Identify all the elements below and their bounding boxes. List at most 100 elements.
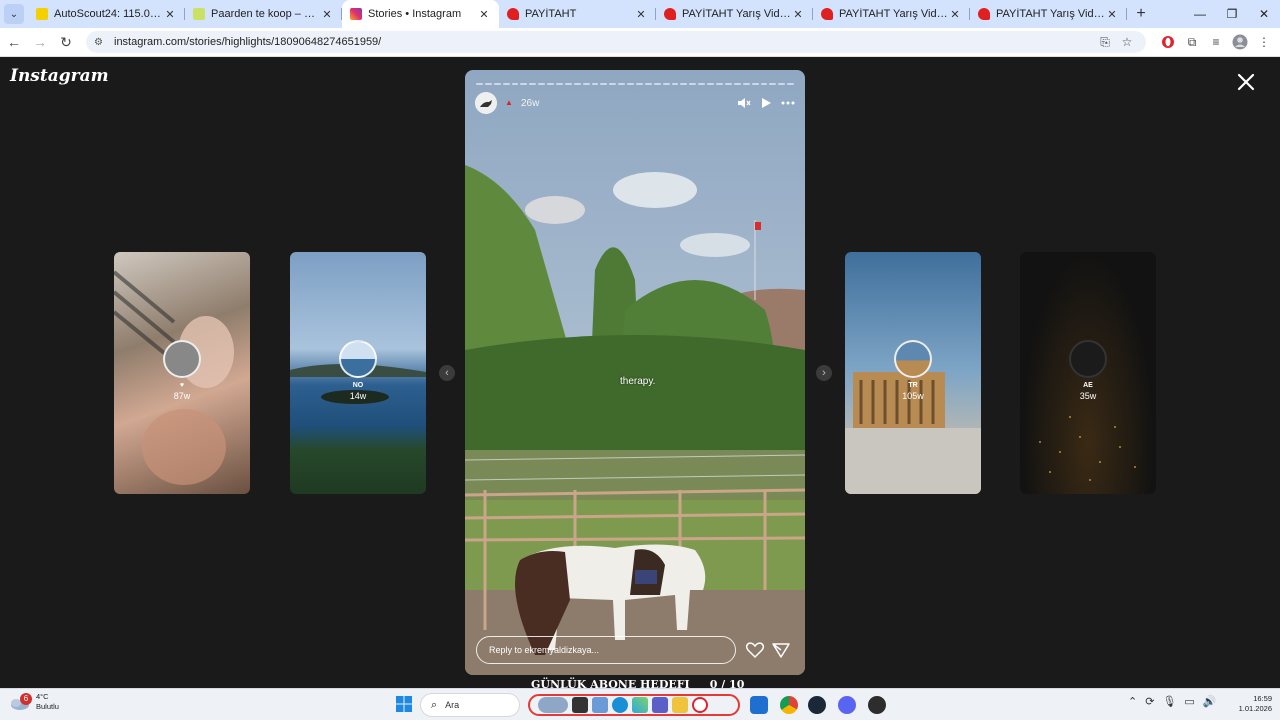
story-avatar <box>894 340 932 378</box>
system-tray: ⌃ ⟳ 🎙 ▭ 🔊 <box>1128 695 1217 708</box>
share-send-icon[interactable] <box>771 640 791 660</box>
address-bar[interactable]: ⚙ instagram.com/stories/highlights/18090… <box>86 31 1146 53</box>
back-arrow-icon[interactable]: ← <box>2 30 26 54</box>
browser-menu-icon[interactable]: ⋮ <box>1252 30 1276 54</box>
time: 16:59 <box>1253 694 1272 703</box>
volume-icon[interactable]: 🔊 <box>1203 695 1217 708</box>
game-app-icon[interactable] <box>868 696 886 714</box>
next-story-arrow[interactable]: › <box>816 365 832 381</box>
chevron-up-icon[interactable]: ⌃ <box>1128 695 1137 708</box>
instagram-logo[interactable]: Instagram <box>10 66 109 86</box>
search-icon: ⌕ <box>431 698 438 711</box>
tab-instagram-stories[interactable]: Stories • Instagram ✕ <box>342 0 499 28</box>
steam-icon[interactable] <box>808 696 826 714</box>
install-app-icon[interactable]: ⎘ <box>1094 35 1116 50</box>
tab-close-icon[interactable]: ✕ <box>634 8 648 21</box>
story-preview-card[interactable]: AE 35w <box>1020 252 1156 494</box>
tab-title: PAYİTAHT Yarış Videoları <box>839 8 948 20</box>
tab-search-menu-button[interactable]: ⌄ <box>4 4 24 24</box>
reply-input[interactable]: Reply to ekremyaldizkaya... <box>476 636 736 664</box>
reload-icon[interactable]: ↻ <box>54 30 78 54</box>
window-controls: — ❐ ✕ <box>1184 0 1280 28</box>
edge-browser-icon[interactable] <box>612 697 628 713</box>
weather-temp: 4°C <box>36 692 49 701</box>
active-story[interactable]: ▲ 26w therapy. Reply to ekremyaldizkaya.… <box>465 70 805 675</box>
story-avatar <box>339 340 377 378</box>
tab-paarden[interactable]: Paarden te koop – Vind jouw id ✕ <box>185 0 342 28</box>
card-age: 14w <box>349 391 367 401</box>
mute-icon[interactable] <box>737 96 751 110</box>
close-icon[interactable] <box>1234 70 1258 94</box>
profile-avatar-icon[interactable] <box>1228 30 1252 54</box>
site-info-icon[interactable]: ⚙ <box>94 37 108 48</box>
card-label: ♥ <box>179 382 185 389</box>
windows-taskbar: 6 4°C Bulutlu ⌕ Ara ⌃ ⟳ 🎙 ▭ 🔊 16:59 1.01… <box>0 688 1280 720</box>
sync-icon[interactable]: ⟳ <box>1145 695 1154 708</box>
card-label: AE <box>1083 382 1093 389</box>
task-view-icon[interactable] <box>572 697 588 713</box>
story-media <box>465 70 805 675</box>
payitaht-favicon-icon <box>978 8 990 20</box>
cloud-icon: 6 <box>8 693 32 711</box>
card-age: 35w <box>1079 391 1097 401</box>
tab-close-icon[interactable]: ✕ <box>477 8 491 21</box>
story-preview-card[interactable]: TR 105w <box>845 252 981 494</box>
restore-icon[interactable]: ❐ <box>1216 0 1248 28</box>
more-options-icon[interactable] <box>781 96 795 110</box>
discord-icon[interactable] <box>838 696 856 714</box>
tab-payitaht-videos-1[interactable]: PAYİTAHT Yarış Videoları ✕ <box>656 0 813 28</box>
weather-widget[interactable]: 6 4°C Bulutlu <box>8 692 59 712</box>
tab-close-icon[interactable]: ✕ <box>791 8 805 21</box>
teams-icon[interactable] <box>652 697 668 713</box>
copilot-icon[interactable] <box>632 697 648 713</box>
taskbar-clock[interactable]: 16:59 1.01.2026 <box>1228 694 1272 714</box>
widget-app-icon[interactable] <box>538 697 568 713</box>
tab-close-icon[interactable]: ✕ <box>948 8 962 21</box>
story-preview-card[interactable]: NO 14w <box>290 252 426 494</box>
tab-autoscout24[interactable]: AutoScout24: 115.000 auto's o ✕ <box>28 0 185 28</box>
story-age: 26w <box>521 97 540 109</box>
tab-payitaht-videos-3[interactable]: PAYİTAHT Yarış Videoları ✕ <box>970 0 1127 28</box>
microphone-icon[interactable]: 🎙 <box>1162 695 1176 708</box>
reading-list-icon[interactable]: ≡ <box>1204 30 1228 54</box>
minimize-icon[interactable]: — <box>1184 0 1216 28</box>
tab-title: AutoScout24: 115.000 auto's o <box>54 8 163 20</box>
card-label: NO <box>352 382 364 389</box>
url-text[interactable]: instagram.com/stories/highlights/1809064… <box>114 36 1094 48</box>
tab-title: Paarden te koop – Vind jouw id <box>211 8 320 20</box>
tab-payitaht[interactable]: PAYİTAHT ✕ <box>499 0 656 28</box>
payitaht-favicon-icon <box>821 8 833 20</box>
story-preview-card[interactable]: ♥ 87w <box>114 252 250 494</box>
file-explorer-icon[interactable] <box>592 697 608 713</box>
like-heart-icon[interactable] <box>745 640 765 660</box>
store-icon[interactable] <box>750 696 768 714</box>
tab-close-icon[interactable]: ✕ <box>1105 8 1119 21</box>
previous-story-arrow[interactable]: ‹ <box>439 365 455 381</box>
autoscout-favicon-icon <box>36 8 48 20</box>
taskbar-search[interactable]: ⌕ Ara <box>420 693 520 717</box>
folder-icon[interactable] <box>672 697 688 713</box>
browser-tabstrip: ⌄ AutoScout24: 115.000 auto's o ✕ Paarde… <box>0 0 1280 28</box>
forward-arrow-icon[interactable]: → <box>28 30 52 54</box>
tab-payitaht-videos-2[interactable]: PAYİTAHT Yarış Videoları ✕ <box>813 0 970 28</box>
extensions-puzzle-icon[interactable]: ⧉ <box>1180 30 1204 54</box>
close-window-icon[interactable]: ✕ <box>1248 0 1280 28</box>
bookmark-star-icon[interactable]: ☆ <box>1116 35 1138 49</box>
play-icon[interactable] <box>759 96 773 110</box>
chrome-icon[interactable] <box>780 696 798 714</box>
card-age: 87w <box>173 391 191 401</box>
display-icon[interactable]: ▭ <box>1184 695 1194 708</box>
windows-start-icon[interactable] <box>396 696 412 712</box>
opera-icon[interactable] <box>692 697 708 713</box>
tab-close-icon[interactable]: ✕ <box>320 8 334 21</box>
story-avatar <box>163 340 201 378</box>
taskbar-pinned-group <box>528 694 740 716</box>
tab-close-icon[interactable]: ✕ <box>163 8 177 21</box>
goal-title: GÜNLÜK ABONE HEDEFI <box>531 678 690 688</box>
flag-emoji-icon: ▲ <box>505 98 513 107</box>
opera-extension-icon[interactable] <box>1156 30 1180 54</box>
payitaht-favicon-icon <box>507 8 519 20</box>
story-author-avatar[interactable] <box>475 92 497 114</box>
new-tab-button[interactable]: + <box>1127 0 1155 28</box>
payitaht-favicon-icon <box>664 8 676 20</box>
